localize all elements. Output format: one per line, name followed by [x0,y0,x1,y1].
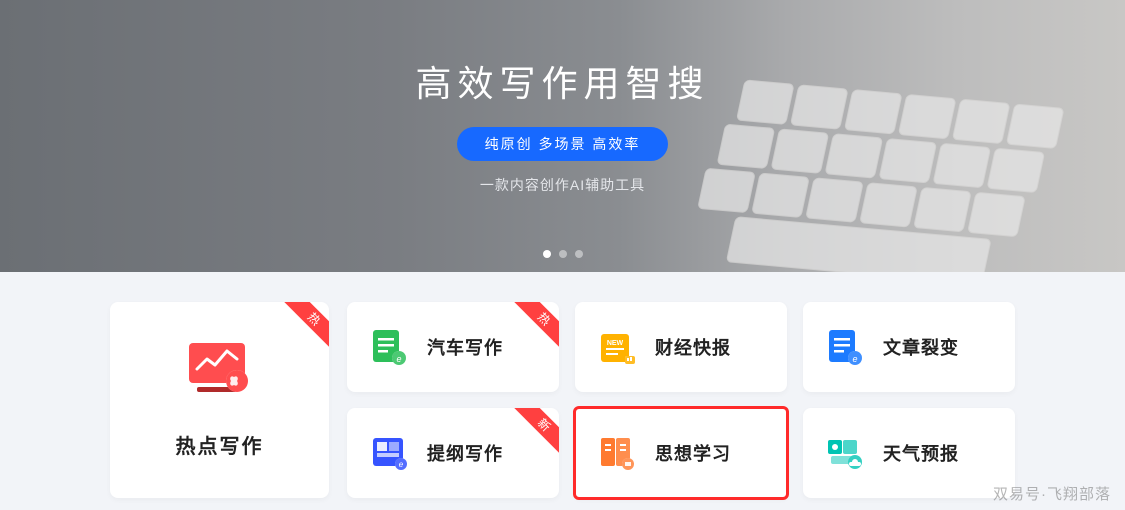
card-文章裂变[interactable]: e 文章裂变 [803,302,1015,392]
svg-text:e: e [396,354,401,364]
card-title: 天气预报 [883,440,959,466]
cards-area: 热 热点写作 热 e 汽车写作 NEW 财经快报 e 文章裂变新 e 提纲写作 思想学习 天气预报 [0,272,1125,498]
featured-card-hotspot-writing[interactable]: 热 热点写作 [110,302,329,498]
carousel-dot[interactable] [559,250,567,258]
watermark-text: 双易号·飞翔部落 [993,483,1111,504]
card-汽车写作[interactable]: 热 e 汽车写作 [347,302,559,392]
carousel-dot[interactable] [543,250,551,258]
chart-monitor-icon [187,341,253,404]
weather-icon [825,434,865,472]
badge-新: 新 [513,408,559,456]
card-天气预报[interactable]: 天气预报 [803,408,1015,498]
featured-card-title: 热点写作 [176,430,264,459]
card-title: 提纲写作 [427,440,503,466]
svg-text:e: e [852,354,857,364]
badge-热: 热 [513,302,559,350]
card-财经快报[interactable]: NEW 财经快报 [575,302,787,392]
hero-subtitle: 一款内容创作AI辅助工具 [0,175,1125,195]
svg-text:e: e [399,460,404,469]
card-title: 汽车写作 [427,334,503,360]
card-思想学习[interactable]: 思想学习 [575,408,787,498]
hero-title: 高效写作用智搜 [0,55,1125,107]
card-title: 思想学习 [655,440,731,466]
hero-pill-tagline: 纯原创 多场景 高效率 [457,127,669,161]
badge-hot: 热 [283,302,329,350]
card-提纲写作[interactable]: 新 e 提纲写作 [347,408,559,498]
doc-icon: e [369,328,409,366]
card-grid: 热 e 汽车写作 NEW 财经快报 e 文章裂变新 e 提纲写作 思想学习 天气预报 [347,302,1015,498]
news-icon: NEW [597,328,637,366]
hero-banner: 高效写作用智搜 纯原创 多场景 高效率 一款内容创作AI辅助工具 [0,0,1125,272]
carousel-dot[interactable] [575,250,583,258]
card-title: 文章裂变 [883,334,959,360]
doc-icon: e [825,328,865,366]
svg-text:NEW: NEW [607,340,624,347]
card-title: 财经快报 [655,334,731,360]
book-icon [597,434,637,472]
carousel-indicator[interactable] [543,250,583,258]
grid-icon: e [369,434,409,472]
